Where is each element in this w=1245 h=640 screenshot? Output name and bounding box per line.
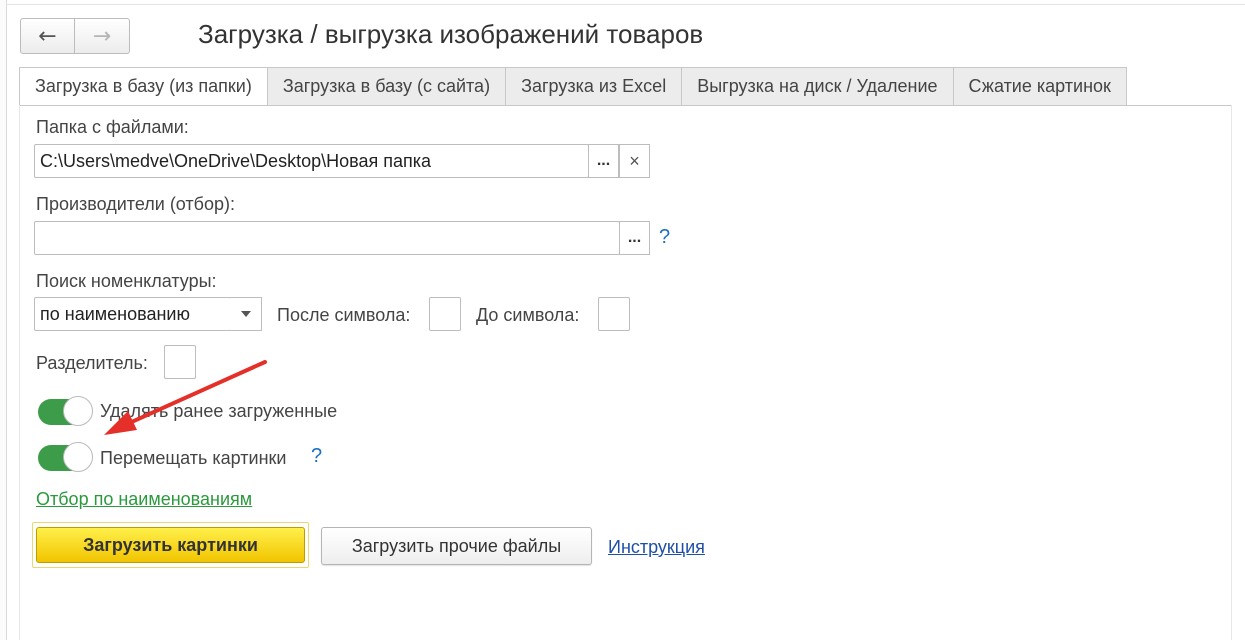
- move-images-help-icon[interactable]: ?: [311, 445, 322, 468]
- tab-panel-right-border: [1231, 105, 1232, 640]
- separator-input[interactable]: [164, 345, 196, 379]
- close-icon: ×: [629, 150, 640, 171]
- load-other-files-button[interactable]: Загрузить прочие файлы: [321, 527, 592, 565]
- page-title: Загрузка / выгрузка изображений товаров: [198, 19, 704, 49]
- manufacturers-input[interactable]: [34, 221, 620, 255]
- separator-label: Разделитель:: [36, 353, 148, 373]
- move-images-toggle[interactable]: [38, 442, 93, 472]
- search-label: Поиск номенклатуры:: [36, 271, 217, 291]
- before-symbol-label: До символа:: [476, 305, 580, 325]
- tab-load-from-folder[interactable]: Загрузка в базу (из папки): [19, 67, 268, 106]
- tab-load-from-excel[interactable]: Загрузка из Excel: [506, 67, 683, 106]
- after-symbol-label: После символа:: [277, 305, 411, 325]
- back-button[interactable]: ←: [20, 18, 75, 54]
- nav-buttons: ← →: [20, 18, 130, 54]
- chevron-down-icon: [240, 311, 251, 317]
- window-top-border: [6, 0, 1245, 5]
- manufacturers-help-icon[interactable]: ?: [659, 226, 670, 249]
- delete-previous-label: Удалять ранее загруженные: [100, 401, 338, 421]
- move-images-label: Перемещать картинки: [100, 448, 287, 468]
- delete-previous-toggle[interactable]: [38, 396, 93, 426]
- arrow-right-icon: →: [92, 23, 112, 49]
- after-symbol-input[interactable]: [429, 297, 461, 331]
- search-mode-dropdown-button[interactable]: [230, 297, 262, 331]
- tab-panel-top-border: [19, 105, 1232, 106]
- toggle-knob: [63, 396, 93, 426]
- filter-by-names-link[interactable]: Отбор по наименованиям: [36, 489, 252, 510]
- tab-load-from-site[interactable]: Загрузка в базу (с сайта): [267, 67, 507, 106]
- folder-path-input[interactable]: C:\Users\medve\OneDrive\Desktop\Новая па…: [34, 144, 589, 178]
- window-left-border: [0, 0, 7, 640]
- tab-compress-images[interactable]: Сжатие картинок: [953, 67, 1127, 106]
- manufacturers-select-button[interactable]: ...: [619, 221, 650, 255]
- tab-export-delete[interactable]: Выгрузка на диск / Удаление: [682, 67, 954, 106]
- manufacturers-label: Производители (отбор):: [36, 194, 235, 214]
- toggle-knob: [63, 442, 93, 472]
- tab-bar: Загрузка в базу (из папки) Загрузка в ба…: [19, 67, 1127, 106]
- forward-button[interactable]: →: [75, 18, 130, 54]
- search-mode-select[interactable]: по наименованию: [34, 297, 231, 331]
- tab-panel-left-border: [19, 105, 20, 640]
- folder-select-button[interactable]: ...: [588, 144, 619, 178]
- folder-label: Папка с файлами:: [36, 117, 189, 137]
- before-symbol-input[interactable]: [598, 297, 630, 331]
- instruction-link[interactable]: Инструкция: [608, 537, 705, 558]
- folder-clear-button[interactable]: ×: [619, 144, 650, 178]
- load-images-button[interactable]: Загрузить картинки: [36, 527, 305, 563]
- arrow-left-icon: ←: [38, 23, 57, 49]
